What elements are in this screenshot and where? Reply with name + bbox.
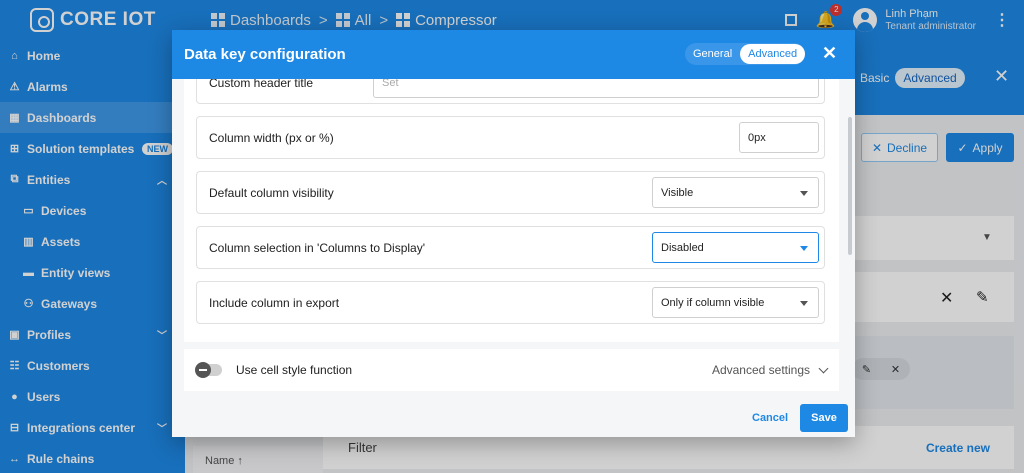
save-button[interactable]: Save [800, 404, 848, 432]
settings-row-column-selection: Column selection in 'Columns to Display'… [196, 226, 825, 269]
cell-style-toggle[interactable] [195, 362, 222, 378]
settings-row-custom-header: Custom header title Set [196, 79, 825, 104]
advanced-settings-expander[interactable]: Advanced settings [711, 363, 829, 377]
tab-advanced[interactable]: Advanced [740, 44, 806, 64]
dialog-actions: Cancel Save [172, 401, 855, 437]
settings-row-label: Column selection in 'Columns to Display' [209, 240, 426, 255]
close-icon[interactable]: ✕ [822, 43, 837, 64]
chevron-down-icon [818, 363, 829, 374]
chevron-down-icon [800, 246, 808, 251]
settings-row-include-export: Include column in export Only if column … [196, 281, 825, 324]
toggle-knob [195, 362, 211, 378]
dialog-header: Data key configuration General Advanced … [172, 30, 855, 79]
include-export-select[interactable]: Only if column visible [652, 287, 819, 318]
settings-row-label: Default column visibility [209, 185, 334, 200]
settings-row-column-width: Column width (px or %) 0px [196, 116, 825, 159]
dialog-tab-toggle: General Advanced [685, 43, 806, 65]
settings-row-label: Column width (px or %) [209, 130, 334, 145]
data-key-config-dialog: Data key configuration General Advanced … [172, 30, 855, 437]
default-visibility-select[interactable]: Visible [652, 177, 819, 208]
advanced-settings-label: Advanced settings [711, 363, 810, 377]
cancel-button[interactable]: Cancel [752, 412, 788, 424]
tab-general[interactable]: General [685, 44, 740, 64]
chevron-down-icon [800, 301, 808, 306]
column-width-input[interactable]: 0px [739, 122, 819, 153]
dialog-settings-body: Custom header title Set Column width (px… [184, 79, 839, 342]
cell-style-label: Use cell style function [236, 363, 353, 377]
cell-style-function-panel[interactable]: Use cell style function Advanced setting… [184, 349, 839, 391]
settings-row-default-visibility: Default column visibility Visible [196, 171, 825, 214]
settings-row-label: Custom header title [209, 79, 314, 90]
custom-header-input[interactable]: Set [373, 79, 819, 98]
dialog-title: Data key configuration [184, 46, 346, 63]
chevron-down-icon [800, 191, 808, 196]
column-selection-select[interactable]: Disabled [652, 232, 819, 263]
dialog-scrollbar[interactable] [848, 117, 852, 255]
settings-row-label: Include column in export [209, 295, 340, 310]
